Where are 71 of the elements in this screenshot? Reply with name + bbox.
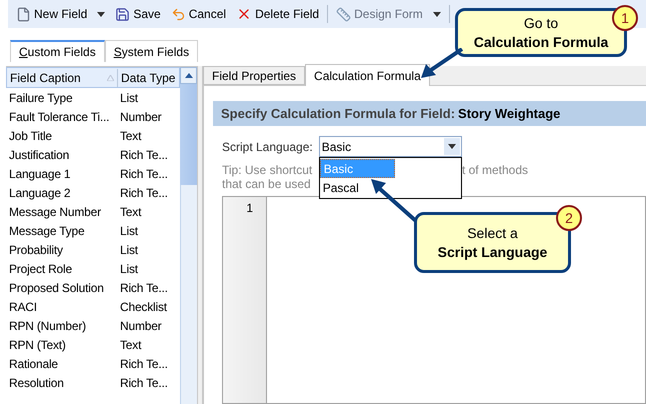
ruler-icon: [336, 6, 352, 22]
dropdown-option[interactable]: Pascal: [320, 178, 395, 197]
table-cell-text: Text: [119, 204, 142, 220]
scrollbar[interactable]: [180, 67, 197, 404]
table-cell-text: Justification: [8, 146, 70, 164]
step-number-badge: 1: [612, 5, 638, 31]
callout-title: Script Language: [438, 242, 548, 262]
table-cell-text: Message Type: [8, 222, 86, 240]
table-cell-text: Resolution: [8, 374, 65, 392]
line-number: 1: [246, 200, 253, 217]
table-cell-text: Rich Te...: [119, 356, 169, 372]
tab[interactable]: System Fields: [104, 40, 198, 62]
dropdown-caret-button[interactable]: [95, 12, 108, 16]
column-title: Field Caption: [10, 70, 81, 86]
table-cell-text: List: [119, 222, 139, 240]
table-cell-text: List: [119, 260, 139, 278]
caret-icon: [97, 12, 106, 16]
tip-text: t of methods: [462, 163, 528, 177]
table-cell-text: RPN (Number): [8, 318, 87, 334]
table-cell-text: RACI: [8, 298, 38, 316]
toolbar-button[interactable]: Cancel: [168, 5, 228, 23]
callout-title: Calculation Formula: [474, 32, 608, 52]
step-number-badge: 2: [556, 205, 582, 231]
column-header[interactable]: Data Type: [118, 68, 179, 86]
tab[interactable]: Custom Fields: [10, 40, 105, 62]
field-label: Script Language:: [222, 138, 313, 156]
caret-icon: [448, 144, 456, 149]
table-cell-text: Rich Te...: [119, 184, 169, 202]
table-cell-text: Language 2: [8, 184, 72, 202]
field-name: Story Weightage: [458, 104, 560, 123]
tip-text: that can be used: [222, 177, 311, 191]
scroll-up-button[interactable]: [180, 67, 197, 84]
table-cell-text: Message Number: [8, 204, 102, 220]
table-cell-text: Rich Te...: [119, 280, 169, 296]
table-cell-text: Text: [119, 336, 142, 354]
header-label: Specify Calculation Formula for Field:: [221, 104, 456, 123]
toolbar-button[interactable]: Save: [113, 5, 163, 23]
table-cell-text: Number: [119, 318, 162, 334]
sort-arrow-icon: [107, 74, 114, 80]
toolbar-button[interactable]: New Field: [14, 5, 90, 23]
column-header[interactable]: Field Caption: [7, 68, 118, 86]
table-cell-text: Fault Tolerance Ti...: [8, 108, 110, 126]
document-icon: [16, 6, 31, 22]
undo-arrow-icon: [170, 6, 186, 22]
table-cell-text: Checklist: [119, 298, 168, 316]
table-cell-text: List: [119, 242, 139, 258]
table-cell-text: Probability: [8, 242, 64, 258]
table-cell-text: Rationale: [8, 356, 59, 372]
scroll-thumb[interactable]: [180, 84, 197, 185]
script-language-dropdown[interactable]: Basic: [318, 136, 462, 157]
table-cell-text: Proposed Solution: [8, 280, 105, 296]
tab[interactable]: Calculation Formula: [305, 64, 430, 86]
table-cell-text: Number: [119, 108, 162, 126]
table-cell-text: Rich Te...: [119, 146, 169, 164]
table-cell-text: List: [119, 90, 139, 106]
caret-icon: [432, 12, 441, 16]
table-cell-text: Failure Type: [8, 90, 74, 106]
dropdown-caret-button[interactable]: [430, 12, 443, 16]
tip-text: Tip: Use shortcut: [222, 163, 312, 177]
up-arrow-icon: [184, 73, 192, 78]
table-cell-text: Rich Te...: [119, 374, 169, 392]
callout-text: Select a: [467, 224, 518, 242]
toolbar-button[interactable]: Delete Field: [234, 5, 322, 23]
callout-text: Go to: [524, 14, 558, 32]
table-cell-text: Text: [119, 128, 142, 144]
table-cell-text: RPN (Text): [8, 336, 67, 354]
table-cell-text: Rich Te...: [119, 166, 169, 182]
table-cell-text: Language 1: [8, 166, 72, 182]
table-cell-text: Job Title: [8, 128, 53, 144]
table-cell-text: Project Role: [8, 260, 73, 278]
tab[interactable]: Field Properties: [203, 66, 306, 85]
